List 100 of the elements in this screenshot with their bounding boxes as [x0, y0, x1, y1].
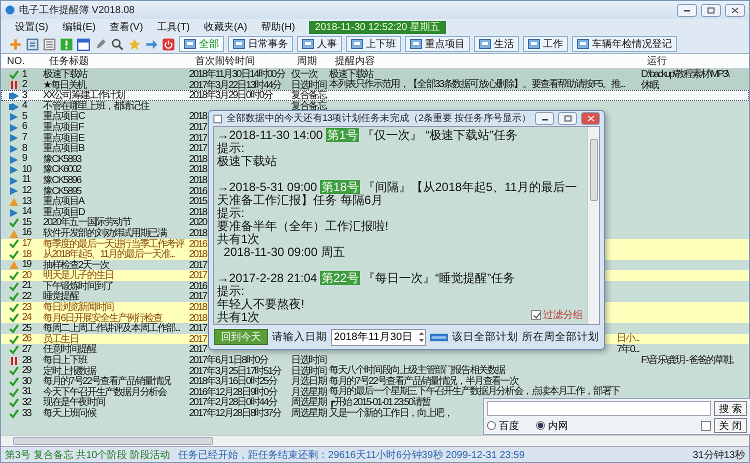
- task-title: 豫CK5893: [43, 154, 81, 165]
- task-title: 重点项目F: [43, 122, 84, 133]
- row-number: 26: [22, 334, 31, 345]
- reminder-line: 极速下载站: [217, 155, 277, 168]
- alarm-time: 2018: [189, 302, 206, 314]
- period: 日选时间: [291, 366, 326, 377]
- task-title: 每月的7号22号查看产品销量情况: [43, 376, 170, 388]
- period: 仅一次: [291, 69, 318, 80]
- task-title: 不管在哪里上班，都请记住: [43, 100, 149, 112]
- period: 月选日期: [291, 376, 326, 388]
- alarm-time: 2017年3月25日17时51分: [189, 366, 281, 377]
- row-number: 25: [22, 324, 31, 334]
- alarm-time: 2017年3月22日13时44分: [189, 80, 281, 91]
- row-number: 2: [22, 80, 26, 91]
- row-number: 7: [22, 133, 26, 144]
- reminder-line: 提示:: [217, 207, 244, 220]
- row-number: 17: [22, 239, 31, 250]
- reminder-line: 共有1次: [217, 311, 260, 324]
- reminder-line: 年轻人不要熬夜!: [217, 298, 304, 311]
- task-title: 定时上报数据: [43, 366, 96, 377]
- reminder-text: 极速下载站: [329, 70, 374, 80]
- task-title: 重点项目B: [43, 143, 84, 154]
- clock: 2018-11-30 12:52:20 星期五: [309, 20, 446, 34]
- alarm-time: 2017: [189, 122, 206, 133]
- task-title: 每周二上周工作讲评及本周工作部...: [43, 323, 180, 334]
- reminder-text: 又是一个新的工作日，向上吧，: [329, 408, 452, 420]
- task-title: ★每日关机: [43, 80, 86, 91]
- period: 周选星期: [291, 408, 326, 419]
- status-remaining: 任务已经开始，距任务结束还剩：29616天11小时6分钟39秒 2099-12-31 23:59: [178, 448, 526, 462]
- task-title: 每月6日开展安全生产例行检查: [43, 312, 162, 324]
- row-number: 21: [22, 281, 31, 292]
- task-title: 每季度的最后一天进行当季工作考评: [43, 238, 184, 250]
- task-title: 重点项目E: [43, 132, 84, 144]
- status-task: 第3号 复合备忘 共10个阶段 阶段活动: [5, 448, 170, 462]
- task-heading: →2017-2-28 21:04 第22号 『每日一次』“睡觉提醒”任务: [217, 272, 516, 285]
- task-title: 从2018年起5、11月的最后一天准...: [43, 249, 174, 260]
- row-number: 6: [22, 122, 26, 133]
- alarm-time: 2018: [189, 111, 206, 122]
- reminder-text: 7年0...: [616, 344, 639, 356]
- row-number: 23: [22, 302, 31, 313]
- alarm-time: 2018年3月16日0时25分: [189, 376, 277, 388]
- task-title: 今天下午召开生产数据月分析会: [43, 386, 166, 398]
- alarm-time: 2018: [189, 164, 206, 176]
- reminder-line: 提示:: [217, 142, 244, 155]
- task-title: 每天上班问候: [43, 408, 96, 419]
- task-title: 抽样检查2天一次: [43, 260, 109, 271]
- alarm-time: 2017: [189, 143, 206, 154]
- alarm-time: 2018: [189, 154, 206, 165]
- task-title: 任意时间提醒: [43, 344, 96, 356]
- run-path: F:\音乐\龚玥 - 爸爸的草鞋.: [641, 355, 734, 366]
- task-title: 重点项目C: [43, 111, 84, 122]
- row-number: 13: [22, 196, 31, 207]
- row-number: 24: [22, 313, 31, 324]
- row-number: 30: [22, 376, 31, 387]
- alarm-time: 2016: [189, 280, 206, 292]
- row-number: 27: [22, 344, 31, 356]
- alarm-time: 2018: [189, 312, 206, 324]
- row-number: 15: [22, 218, 31, 228]
- task-heading: →2018-11-30 14:00 第1号 『仅一次』 “极速下载站”任务: [217, 129, 518, 142]
- row-number: 16: [22, 228, 31, 239]
- row-number: 12: [22, 186, 31, 197]
- alarm-time: 2017年6月1日8时0分: [189, 355, 268, 366]
- reminder-text: 日小...: [616, 334, 639, 344]
- dialog-title: 全部数据中的今天还有13项计划任务未完成（2条重要 按任务序号显示）: [226, 112, 532, 125]
- task-title: 2020年五一国际劳动节: [43, 217, 131, 228]
- task-title: 每日上下班: [43, 355, 88, 366]
- alarm-time: 2017: [189, 334, 206, 345]
- reminder-text: 每月的7号22号查看产品销量情况，半月查看一次: [329, 376, 518, 387]
- row-number: 31: [22, 387, 31, 398]
- row-number: 22: [22, 292, 31, 303]
- period: 日选时间: [291, 355, 326, 366]
- row-number: 10: [22, 164, 31, 175]
- run-path: 休眠: [641, 80, 658, 91]
- row-number: 29: [22, 366, 31, 377]
- task-title: 豫CK5895: [43, 186, 81, 197]
- alarm-time: 2015: [189, 196, 206, 208]
- reminder-line: 2018-11-30 09:00 周五: [222, 246, 345, 259]
- status-elapsed: 31分钟13秒: [692, 448, 745, 462]
- row-number: 5: [22, 112, 26, 122]
- alarm-time: 2020: [189, 217, 206, 228]
- row-number: 20: [22, 270, 31, 281]
- period: 日选时间: [291, 80, 326, 91]
- reminder-text: 每天八个时间段向上级主管部门报告相关数据: [329, 366, 506, 376]
- alarm-time: 2017年12月28日8时37分: [189, 408, 281, 419]
- alarm-time: 2018年11月30日14时00分: [189, 69, 285, 80]
- row-number: 18: [22, 250, 31, 260]
- row-number: 33: [22, 408, 31, 420]
- alarm-time: 2016: [189, 186, 206, 197]
- period: 复合备忘: [291, 90, 326, 102]
- row-number: 28: [22, 356, 31, 366]
- alarm-time: 2018: [189, 206, 206, 218]
- reminder-line: 共有1次: [217, 233, 260, 246]
- window-title: 电子工作提醒簿 V2018.08: [19, 4, 136, 17]
- alarm-time: 2017: [189, 132, 206, 144]
- alarm-time: 2017年2月28日0时44分: [189, 397, 277, 408]
- task-title: 重点项目A: [43, 196, 84, 208]
- row-number: 11: [22, 175, 30, 186]
- alarm-time: 2017: [189, 323, 206, 334]
- row-number: 3: [22, 90, 26, 101]
- row-number: 14: [22, 207, 31, 218]
